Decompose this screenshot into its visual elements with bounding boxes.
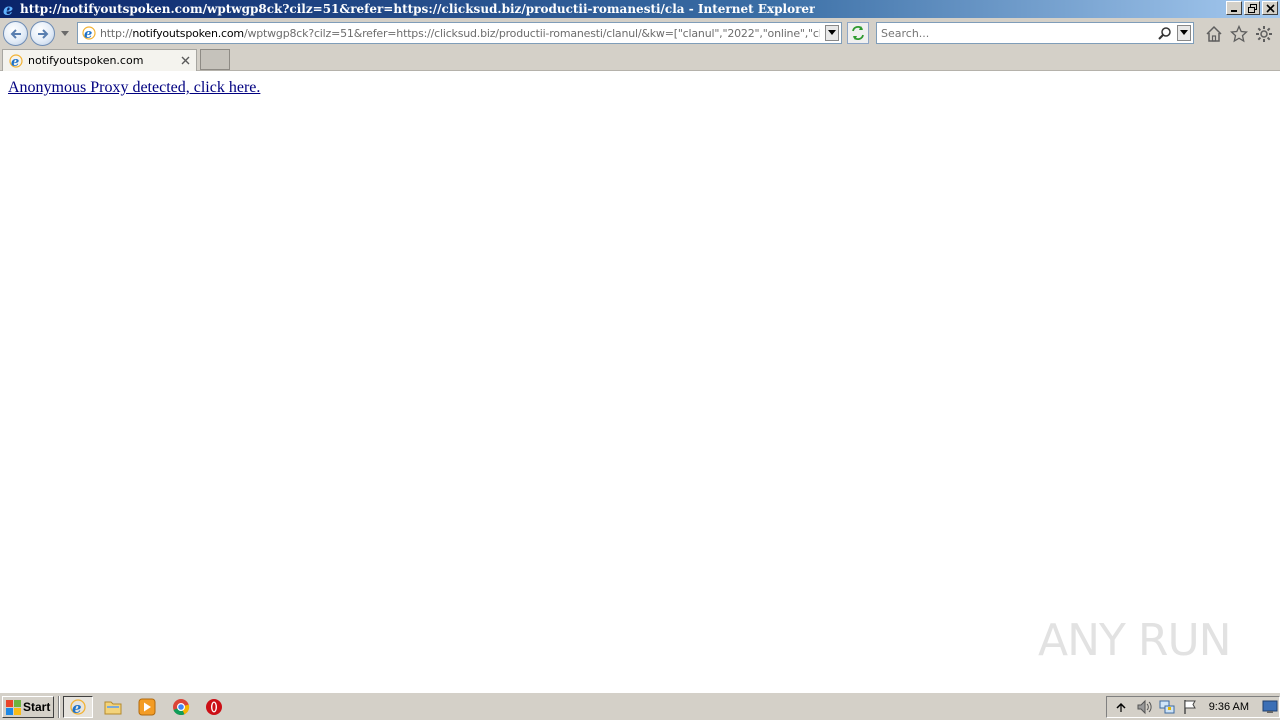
window-title: http://notifyoutspoken.com/wptwgp8ck?cil…: [20, 2, 816, 16]
window-controls: [1226, 1, 1278, 15]
anonymous-proxy-link[interactable]: Anonymous Proxy detected, click here.: [8, 79, 260, 97]
svg-text:e: e: [11, 55, 19, 69]
home-button[interactable]: [1204, 24, 1224, 44]
taskbar-clock[interactable]: 9:36 AM: [1209, 701, 1249, 713]
close-tab-button[interactable]: [178, 53, 192, 67]
address-text[interactable]: http://notifyoutspoken.com/wptwgp8ck?cil…: [100, 27, 820, 40]
minimize-button[interactable]: [1226, 1, 1242, 15]
restore-button[interactable]: [1244, 1, 1260, 15]
ie-icon: e: [2, 1, 18, 17]
chrome-icon: [173, 699, 190, 716]
taskbar-opera[interactable]: [199, 696, 229, 718]
address-dropdown-button[interactable]: [825, 25, 839, 41]
search-input[interactable]: [881, 26, 1151, 40]
ie-page-icon: e: [80, 24, 98, 42]
svg-text:e: e: [3, 1, 13, 17]
favorites-button[interactable]: [1229, 24, 1249, 44]
taskbar-chrome[interactable]: [166, 696, 196, 718]
anyrun-watermark: ANY RUN: [1038, 608, 1238, 672]
forward-arrow-icon: [37, 28, 48, 39]
watermark-text: ANY RUN: [1038, 614, 1232, 666]
ie-page-icon: e: [8, 53, 24, 69]
speaker-icon[interactable]: [1135, 698, 1153, 716]
navigation-bar: e http://notifyoutspoken.com/wptwgp8ck?c…: [0, 18, 1280, 48]
taskbar-internet-explorer[interactable]: e: [63, 696, 93, 718]
flag-icon[interactable]: [1181, 698, 1199, 716]
svg-text:e: e: [72, 699, 82, 716]
taskbar-file-explorer[interactable]: [98, 696, 128, 718]
media-player-icon: [138, 698, 156, 716]
system-tray: 9:36 AM: [1106, 696, 1280, 718]
address-path: /wptwgp8ck?cilz=51&refer=https://clicksu…: [243, 26, 820, 40]
close-icon: [1265, 3, 1275, 13]
chevron-down-icon: [61, 31, 69, 36]
star-icon: [1230, 25, 1248, 43]
show-desktop-icon[interactable]: [1261, 698, 1279, 716]
search-bar[interactable]: [876, 22, 1194, 44]
address-bar[interactable]: e http://notifyoutspoken.com/wptwgp8ck?c…: [77, 22, 842, 44]
close-icon: [181, 56, 189, 64]
opera-icon: [206, 699, 222, 715]
search-icon[interactable]: [1157, 25, 1173, 41]
gear-icon: [1256, 26, 1272, 42]
page-content: Anonymous Proxy detected, click here. AN…: [0, 72, 1280, 692]
search-provider-dropdown[interactable]: [1177, 25, 1191, 41]
address-host: notifyoutspoken.com: [132, 26, 244, 40]
start-label: Start: [23, 700, 51, 714]
new-tab-button[interactable]: [200, 49, 230, 70]
refresh-button[interactable]: [847, 22, 869, 44]
history-dropdown-button[interactable]: [60, 29, 70, 39]
forward-button[interactable]: [30, 21, 55, 46]
network-icon[interactable]: [1158, 698, 1176, 716]
window-title-bar: e http://notifyoutspoken.com/wptwgp8ck?c…: [0, 0, 1280, 18]
close-button[interactable]: [1262, 1, 1278, 15]
restore-icon: [1247, 3, 1257, 13]
tab-bar: e notifyoutspoken.com: [0, 48, 1280, 71]
chevron-down-icon: [828, 30, 836, 35]
taskbar-separator: [58, 696, 60, 718]
ie-icon: e: [70, 699, 86, 716]
minimize-icon: [1231, 10, 1237, 12]
tab-label: notifyoutspoken.com: [28, 54, 144, 67]
address-scheme: http://: [100, 26, 133, 40]
windows-logo-icon: [5, 699, 21, 715]
start-button[interactable]: Start: [2, 696, 54, 718]
refresh-icon: [852, 26, 864, 40]
chevron-down-icon: [1180, 30, 1188, 35]
taskbar: Start e 9:36 AM: [0, 692, 1280, 720]
tools-button[interactable]: [1254, 24, 1274, 44]
back-arrow-icon: [10, 28, 21, 39]
folder-icon: [104, 701, 122, 715]
svg-text:e: e: [84, 27, 92, 41]
home-icon: [1206, 25, 1222, 42]
tab-notifyoutspoken[interactable]: e notifyoutspoken.com: [2, 49, 197, 71]
taskbar-media-player[interactable]: [132, 696, 162, 718]
back-button[interactable]: [3, 21, 28, 46]
show-hidden-icons-button[interactable]: [1112, 698, 1130, 716]
